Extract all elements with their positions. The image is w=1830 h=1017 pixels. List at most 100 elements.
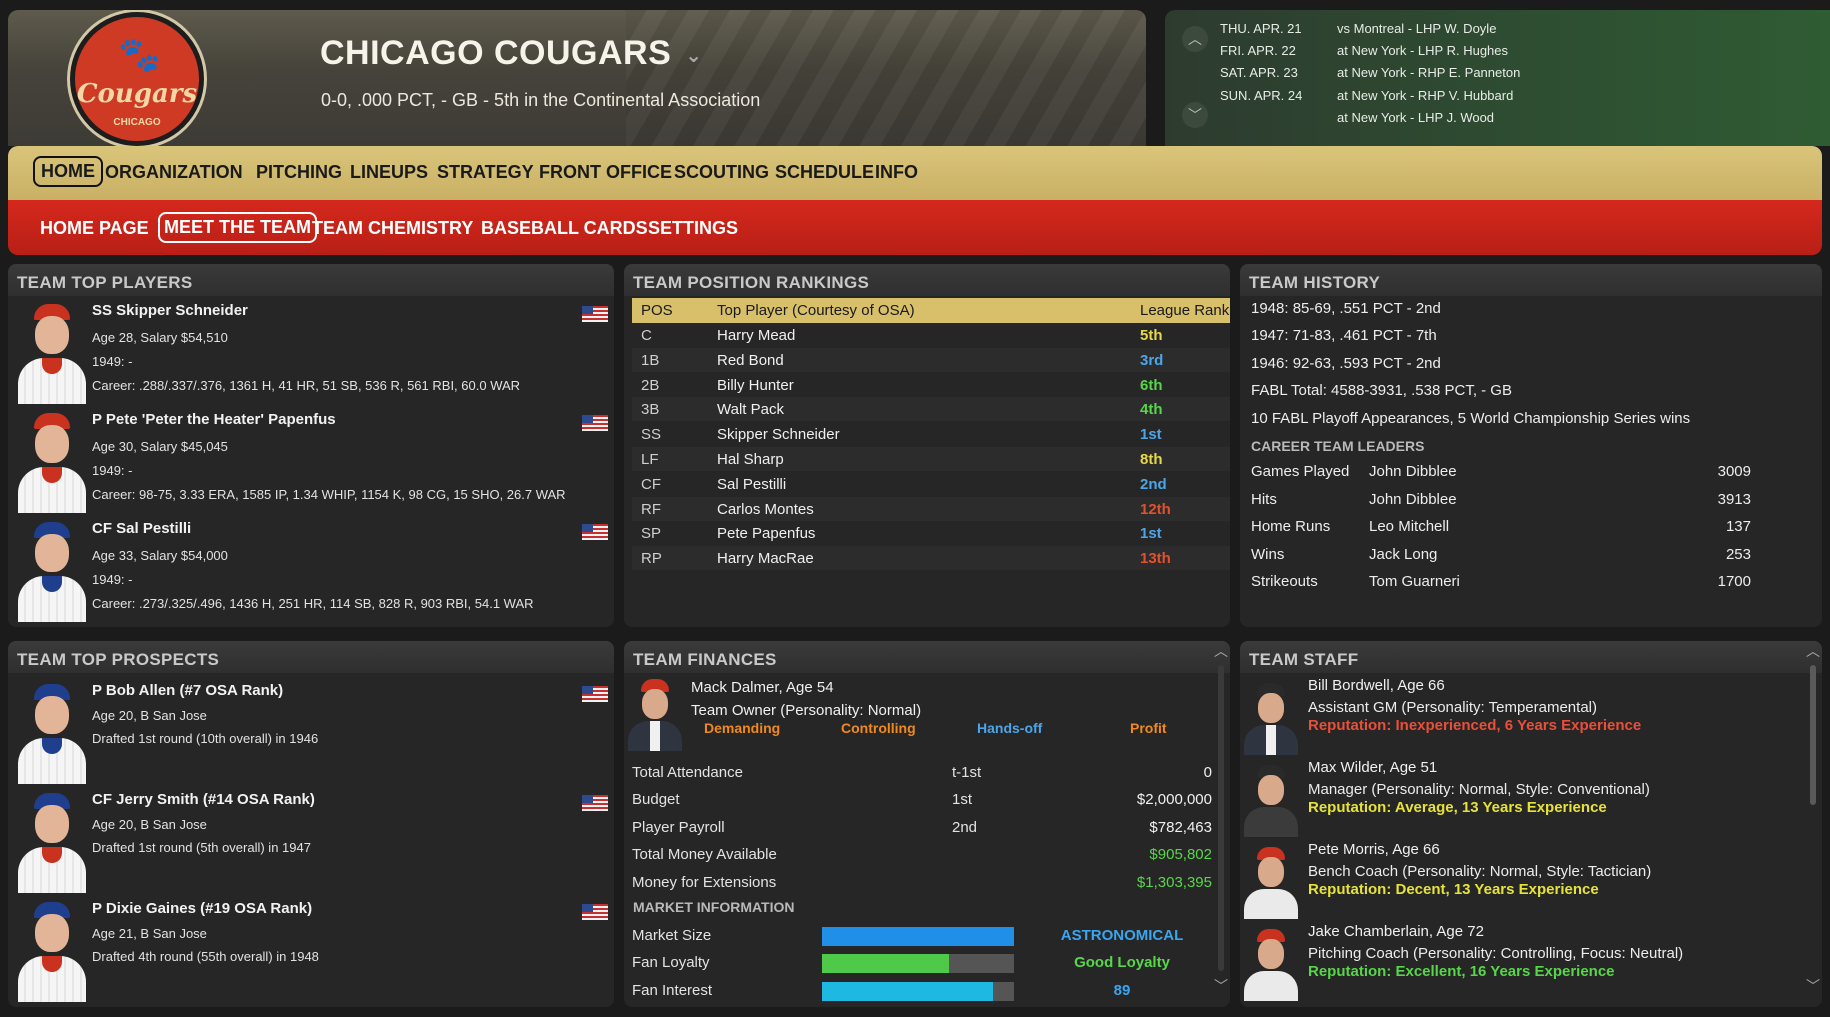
leader-name[interactable]: John Dibblee xyxy=(1369,463,1457,480)
player-name[interactable]: SS Skipper Schneider xyxy=(92,302,248,319)
prospect-name[interactable]: P Dixie Gaines (#19 OSA Rank) xyxy=(92,900,312,917)
player-name[interactable]: P Pete 'Peter the Heater' Papenfus xyxy=(92,411,336,428)
ranking-player[interactable]: Red Bond xyxy=(717,352,784,369)
leader-name[interactable]: Leo Mitchell xyxy=(1369,518,1449,535)
team-staff-panel: TEAM STAFF ︿ ﹀ Bill Bordwell, Age 66 Ass… xyxy=(1240,641,1822,1007)
ranking-row[interactable]: 2B Billy Hunter 6th xyxy=(632,373,1230,397)
ranking-player[interactable]: Hal Sharp xyxy=(717,451,784,468)
nav-info[interactable]: INFO xyxy=(869,159,924,186)
scroll-up-icon[interactable]: ︿ xyxy=(1806,641,1820,661)
ranking-row[interactable]: 1B Red Bond 3rd xyxy=(632,347,1230,372)
ranking-row[interactable]: C Harry Mead 5th xyxy=(632,323,1230,347)
nav-pitching[interactable]: PITCHING xyxy=(250,159,348,186)
team-name[interactable]: CHICAGO COUGARS xyxy=(320,34,671,72)
schedule-row[interactable]: THU. APR. 21 vs Montreal - LHP W. Doyle xyxy=(1220,21,1496,36)
staff-card[interactable]: Jake Chamberlain, Age 72 Pitching Coach … xyxy=(1240,919,1800,1001)
player-portrait xyxy=(16,518,88,622)
prospect-card[interactable]: P Bob Allen (#7 OSA Rank) Age 20, B San … xyxy=(8,676,614,784)
market-row: Fan Loyalty Good Loyalty xyxy=(632,951,1212,975)
scroll-down-icon[interactable]: ﹀ xyxy=(1182,102,1208,128)
schedule-row[interactable]: at New York - LHP J. Wood xyxy=(1220,110,1494,125)
tab-home-page[interactable]: HOME PAGE xyxy=(38,215,151,242)
player-name[interactable]: CF Sal Pestilli xyxy=(92,520,191,537)
leader-name[interactable]: Jack Long xyxy=(1369,546,1437,563)
schedule-row[interactable]: FRI. APR. 22 at New York - LHP R. Hughes xyxy=(1220,43,1508,58)
ranking-player[interactable]: Harry MacRae xyxy=(717,550,814,567)
player-card[interactable]: SS Skipper Schneider Age 28, Salary $54,… xyxy=(8,296,614,404)
staff-name[interactable]: Pete Morris, Age 66 xyxy=(1308,841,1440,858)
nav-home[interactable]: HOME xyxy=(33,156,103,187)
team-history-panel: TEAM HISTORY 1948: 85-69, .551 PCT - 2nd… xyxy=(1240,264,1822,627)
col-pos[interactable]: POS xyxy=(641,302,673,319)
staff-name[interactable]: Jake Chamberlain, Age 72 xyxy=(1308,923,1484,940)
ranking-row[interactable]: SS Skipper Schneider 1st xyxy=(632,422,1230,446)
ranking-player[interactable]: Harry Mead xyxy=(717,327,795,344)
staff-name[interactable]: Max Wilder, Age 51 xyxy=(1308,759,1437,776)
team-finances-panel: TEAM FINANCES ︿ ﹀ Mack Dalmer, Age 54 Te… xyxy=(624,641,1230,1007)
ranking-player[interactable]: Walt Pack xyxy=(717,401,784,418)
staff-card[interactable]: Max Wilder, Age 51 Manager (Personality:… xyxy=(1240,755,1800,837)
nav-strategy[interactable]: STRATEGY xyxy=(431,159,540,186)
owner-trait: Demanding xyxy=(704,720,781,736)
scroll-up-icon[interactable]: ︿ xyxy=(1214,641,1228,661)
tab-team-chemistry[interactable]: TEAM CHEMISTRY xyxy=(310,215,475,242)
nav-organization[interactable]: ORGANIZATION xyxy=(99,159,249,186)
scrollbar-thumb[interactable] xyxy=(1810,665,1816,805)
team-title[interactable]: CHICAGO COUGARS ⌄ xyxy=(320,34,703,73)
staff-portrait xyxy=(1242,763,1300,837)
chevron-down-icon[interactable]: ⌄ xyxy=(685,45,702,67)
ranking-player[interactable]: Carlos Montes xyxy=(717,501,814,518)
tab-baseball-cards[interactable]: BASEBALL CARDS xyxy=(479,215,650,242)
scrollbar[interactable] xyxy=(1218,665,1224,971)
owner-name[interactable]: Mack Dalmer, Age 54 xyxy=(691,679,834,696)
market-bar-fill xyxy=(822,981,993,1001)
nav-front-office[interactable]: FRONT OFFICE xyxy=(533,159,678,186)
ranking-row[interactable]: RF Carlos Montes 12th xyxy=(632,496,1230,521)
col-player[interactable]: Top Player (Courtesy of OSA) xyxy=(717,302,915,319)
ranking-row[interactable]: CF Sal Pestilli 2nd xyxy=(632,472,1230,496)
scroll-down-icon[interactable]: ﹀ xyxy=(1806,976,1820,996)
col-league-rank[interactable]: League Rank xyxy=(1140,302,1229,319)
player-card[interactable]: CF Sal Pestilli Age 33, Salary $54,000 1… xyxy=(8,514,614,622)
scroll-down-icon[interactable]: ﹀ xyxy=(1214,976,1228,996)
ranking-player[interactable]: Billy Hunter xyxy=(717,377,794,394)
tab-settings[interactable]: SETTINGS xyxy=(646,215,740,242)
leader-name[interactable]: Tom Guarneri xyxy=(1369,573,1460,590)
tab-meet-the-team[interactable]: MEET THE TEAM xyxy=(158,212,317,243)
main-nav: HOME ORGANIZATION PITCHING LINEUPS STRAT… xyxy=(8,146,1822,200)
leader-value: 3913 xyxy=(1717,490,1751,508)
ranking-row[interactable]: LF Hal Sharp 8th xyxy=(632,447,1230,471)
ranking-player[interactable]: Pete Papenfus xyxy=(717,525,815,542)
scroll-up-icon[interactable]: ︿ xyxy=(1182,26,1208,52)
ranking-row[interactable]: SP Pete Papenfus 1st xyxy=(632,521,1230,545)
staff-name[interactable]: Bill Bordwell, Age 66 xyxy=(1308,677,1445,694)
staff-reputation: Reputation: Inexperienced, 6 Years Exper… xyxy=(1308,717,1642,734)
ranking-player[interactable]: Sal Pestilli xyxy=(717,476,786,493)
staff-card[interactable]: Bill Bordwell, Age 66 Assistant GM (Pers… xyxy=(1240,673,1800,755)
leader-value: 3009 xyxy=(1717,463,1751,480)
nav-scouting[interactable]: SCOUTING xyxy=(668,159,775,186)
staff-card[interactable]: Pete Morris, Age 66 Bench Coach (Persona… xyxy=(1240,837,1800,919)
leader-category: Games Played xyxy=(1251,463,1350,480)
prospect-card[interactable]: CF Jerry Smith (#14 OSA Rank) Age 20, B … xyxy=(8,785,614,893)
us-flag-icon xyxy=(582,686,608,702)
schedule-row[interactable]: SAT. APR. 23 at New York - RHP E. Panneto… xyxy=(1220,65,1520,80)
ranking-league-rank: 12th xyxy=(1140,500,1171,518)
ranking-row[interactable]: 3B Walt Pack 4th xyxy=(632,397,1230,422)
market-value: ASTRONOMICAL xyxy=(1060,927,1184,944)
schedule-row[interactable]: SUN. APR. 24 at New York - RHP V. Hubbard xyxy=(1220,88,1513,103)
prospect-card[interactable]: P Dixie Gaines (#19 OSA Rank) Age 21, B … xyxy=(8,894,614,1002)
nav-schedule[interactable]: SCHEDULE xyxy=(769,159,880,186)
leader-name[interactable]: John Dibblee xyxy=(1369,491,1457,508)
nav-lineups[interactable]: LINEUPS xyxy=(344,159,434,186)
ranking-row[interactable]: RP Harry MacRae 13th xyxy=(632,546,1230,571)
player-card[interactable]: P Pete 'Peter the Heater' Papenfus Age 3… xyxy=(8,405,614,513)
market-value: 89 xyxy=(1113,981,1131,999)
market-bar-fill xyxy=(822,927,1014,946)
prospect-name[interactable]: P Bob Allen (#7 OSA Rank) xyxy=(92,682,283,699)
finance-value: $782,463 xyxy=(1149,818,1212,836)
ranking-player[interactable]: Skipper Schneider xyxy=(717,426,840,443)
prospect-name[interactable]: CF Jerry Smith (#14 OSA Rank) xyxy=(92,791,315,808)
team-header: 🐾 Cougars CHICAGO CHICAGO COUGARS ⌄ 0-0, … xyxy=(8,10,1146,146)
finance-value: $905,802 xyxy=(1149,846,1212,864)
